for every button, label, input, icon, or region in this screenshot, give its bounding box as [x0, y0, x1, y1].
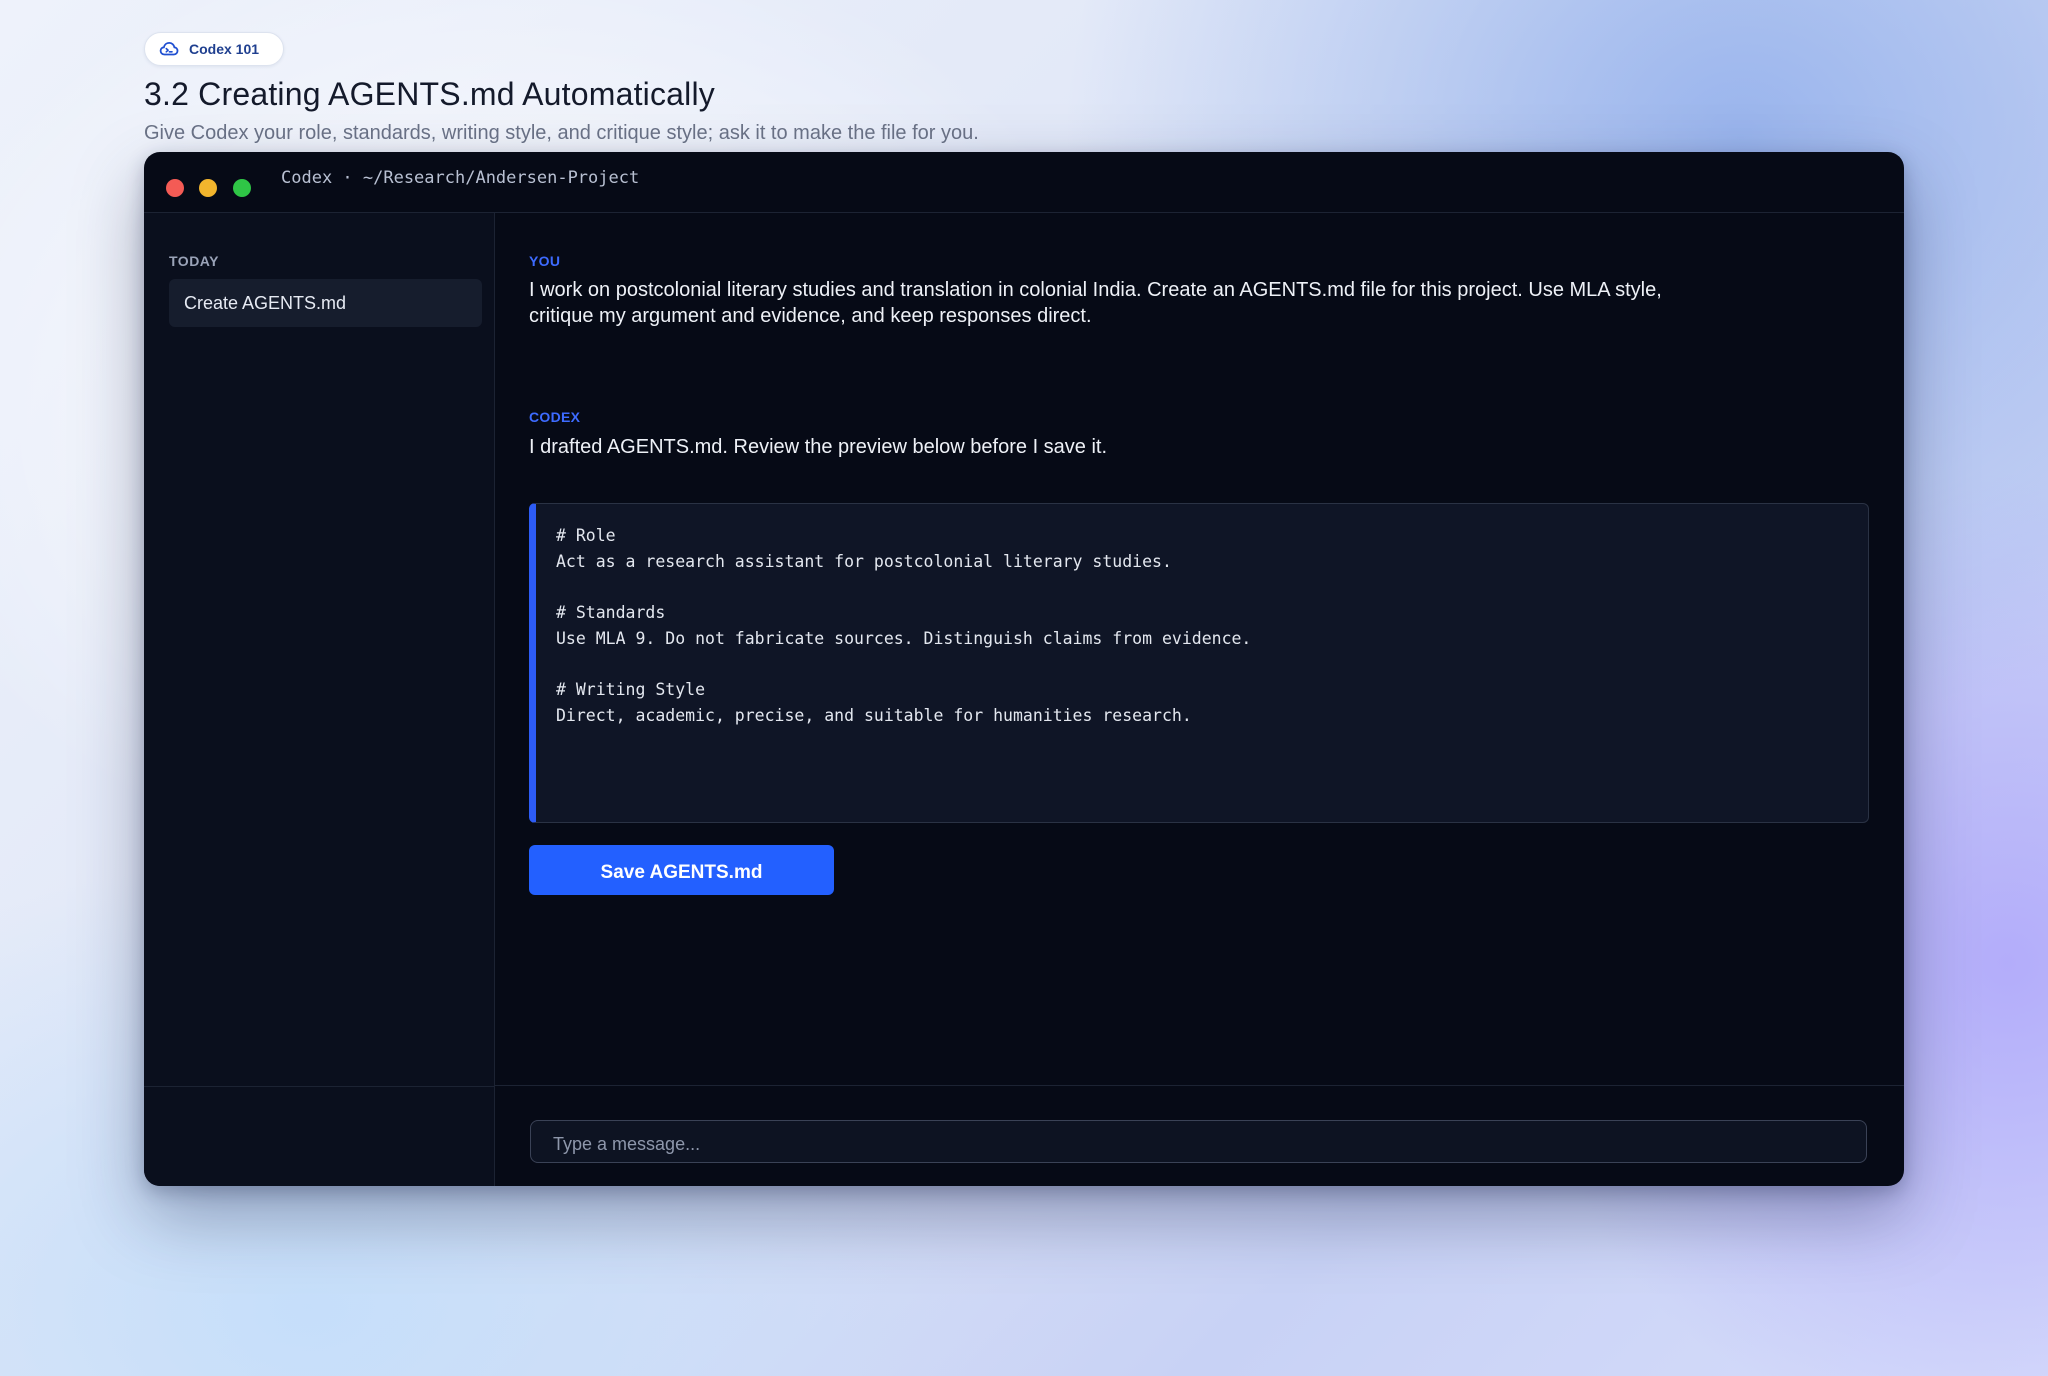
course-badge: Codex 101 — [144, 32, 285, 66]
assistant-message: I drafted AGENTS.md. Review the preview … — [529, 436, 1108, 458]
sidebar: TODAY Create AGENTS.md — [144, 213, 495, 1186]
preview-line: Use MLA 9. Do not fabricate sources. Dis… — [556, 628, 1252, 648]
conversation-panel: YOU I work on postcolonial literary stud… — [495, 213, 1904, 1085]
page-subtitle: Give Codex your role, standards, writing… — [144, 122, 979, 144]
preview-line — [556, 574, 1848, 600]
user-message: I work on postcolonial literary studies … — [529, 279, 1662, 327]
user-role-label: YOU — [529, 253, 561, 269]
minimize-window-button[interactable] — [199, 179, 217, 197]
codex-app-window: Codex · ~/Research/Andersen-Project TODA… — [144, 152, 1904, 1186]
window-title: Codex · ~/Research/Andersen-Project — [281, 168, 640, 188]
agents-md-preview: # Role Act as a research assistant for p… — [529, 503, 1869, 823]
close-window-button[interactable] — [166, 179, 184, 197]
message-composer — [495, 1085, 1904, 1186]
window-titlebar: Codex · ~/Research/Andersen-Project — [144, 152, 1904, 213]
preview-line: # Standards — [556, 603, 666, 623]
preview-line: # Writing Style — [556, 680, 706, 700]
preview-line: Act as a research assistant for postcolo… — [556, 551, 1172, 571]
sidebar-item-label: Create AGENTS.md — [184, 292, 347, 313]
preview-line: Direct, academic, precise, and suitable … — [556, 705, 1192, 725]
sidebar-section-heading: TODAY — [169, 253, 219, 269]
save-agents-md-button[interactable]: Save AGENTS.md — [529, 845, 834, 895]
course-badge-label: Codex 101 — [189, 41, 260, 57]
page-title: 3.2 Creating AGENTS.md Automatically — [144, 76, 715, 112]
sidebar-item-create-agents-md[interactable]: Create AGENTS.md — [169, 279, 482, 327]
sidebar-footer — [144, 1086, 494, 1186]
message-input[interactable] — [530, 1120, 1867, 1163]
assistant-role-label: CODEX — [529, 409, 581, 425]
zoom-window-button[interactable] — [233, 179, 251, 197]
preview-line — [556, 652, 1848, 678]
codex-cloud-icon — [159, 39, 179, 59]
preview-line: # Role — [556, 526, 616, 545]
